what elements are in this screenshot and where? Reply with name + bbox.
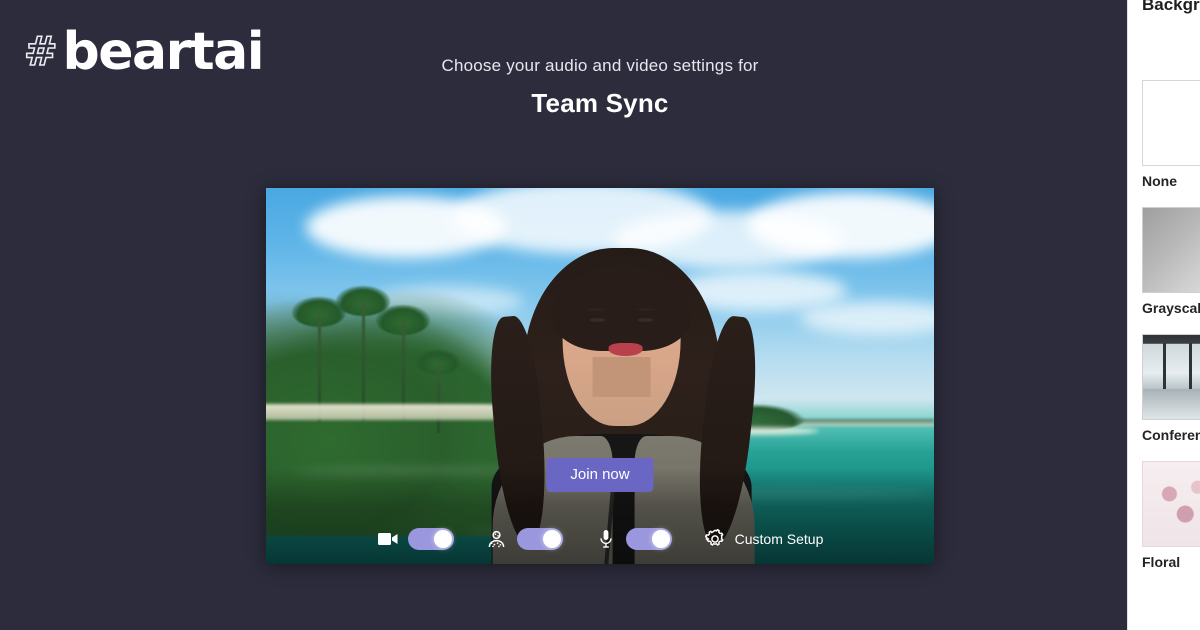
eye — [637, 317, 654, 322]
video-preview[interactable]: Join now Custom Setup — [266, 188, 934, 564]
window-mullion — [1189, 343, 1192, 391]
join-now-button[interactable]: Join now — [546, 458, 654, 492]
background-effects-icon — [486, 528, 508, 550]
hashtag-icon: # — [23, 29, 58, 75]
microphone-control — [595, 528, 672, 550]
background-panel-title: Background settings — [1142, 0, 1200, 14]
toggle-knob — [651, 530, 670, 548]
eye — [589, 317, 606, 322]
background-option-label: Grayscale — [1142, 300, 1200, 316]
background-option-floral[interactable]: Floral — [1128, 461, 1200, 570]
camera-control — [377, 528, 454, 550]
background-option-grayscale[interactable]: Grayscale — [1128, 207, 1200, 316]
toggle-knob — [433, 530, 452, 548]
participant-video-subject — [484, 233, 763, 564]
background-thumbnail[interactable] — [1142, 461, 1200, 547]
background-option-label: None — [1142, 173, 1177, 189]
background-thumbnail[interactable] — [1142, 334, 1200, 420]
background-thumbnail[interactable] — [1142, 207, 1200, 293]
window-mullion — [1163, 343, 1166, 391]
background-option-none[interactable]: None — [1128, 80, 1200, 189]
palm-trunk — [437, 360, 440, 433]
neck — [592, 357, 651, 398]
background-thumbnail[interactable] — [1142, 80, 1200, 166]
custom-setup-label: Custom Setup — [734, 531, 824, 547]
background-effects-toggle[interactable] — [516, 528, 563, 550]
prejoin-stage: # beartai Choose your audio and video se… — [0, 0, 1200, 630]
meeting-title: Team Sync — [531, 88, 669, 118]
background-settings-panel: Background settings None Grayscale Confe… — [1127, 0, 1200, 630]
background-options-list: None Grayscale Conference room Floral — [1128, 80, 1200, 588]
gear-icon — [704, 528, 726, 550]
background-effects-control — [486, 528, 563, 550]
camera-toggle[interactable] — [407, 528, 454, 550]
mouth — [608, 342, 643, 356]
microphone-icon — [595, 528, 617, 550]
background-option-conference-room[interactable]: Conference room — [1128, 334, 1200, 443]
beartai-logo: # beartai — [23, 22, 265, 82]
palm-trunk — [362, 300, 365, 421]
logo-wordmark: beartai — [62, 22, 265, 82]
microphone-toggle[interactable] — [625, 528, 672, 550]
background-option-label: Conference room — [1142, 427, 1200, 443]
device-controls-bar: Custom Setup — [266, 528, 934, 550]
toggle-knob — [542, 530, 561, 548]
camera-icon — [377, 528, 399, 550]
custom-setup-button[interactable]: Custom Setup — [704, 528, 824, 550]
office-floor — [1143, 389, 1200, 419]
background-option-label: Floral — [1142, 554, 1181, 570]
